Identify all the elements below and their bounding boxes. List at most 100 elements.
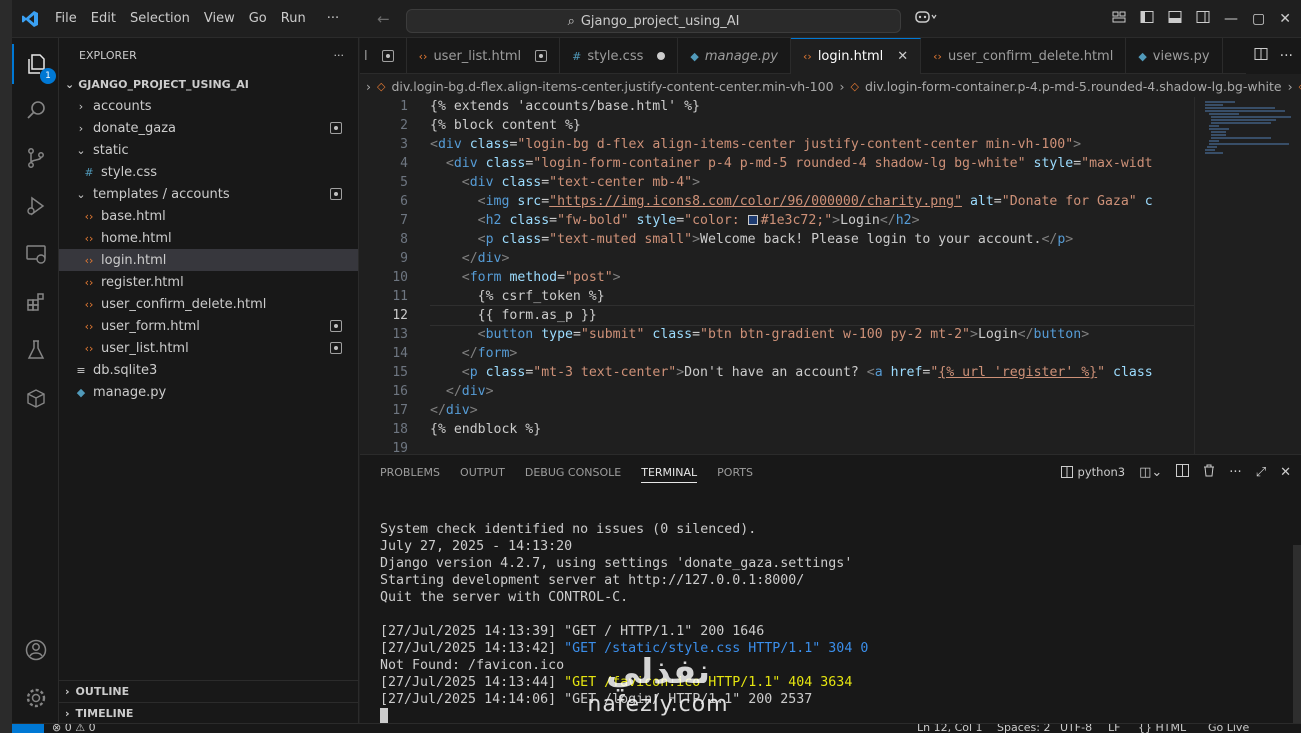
folder-item[interactable]: › donate_gaza <box>59 117 358 139</box>
editor-tab[interactable]: # style.css <box>560 38 679 74</box>
copilot-icon[interactable] <box>915 10 937 28</box>
line-number: 9 <box>400 251 408 266</box>
encoding[interactable]: UTF-8 <box>1060 724 1092 733</box>
run-debug-icon[interactable] <box>12 186 59 226</box>
new-terminal-split-icon[interactable]: ◫⌄ <box>1139 465 1162 480</box>
html-file-icon: ‹› <box>84 209 94 223</box>
file-item[interactable]: ‹› register.html <box>59 271 358 293</box>
editor-tab[interactable]: ‹› user_list.html <box>407 38 561 74</box>
modified-indicator-icon[interactable] <box>535 50 548 62</box>
editor-tab[interactable]: ‹› user_confirm_delete.html <box>921 38 1127 74</box>
code-string: "mt-3 text-center" <box>533 365 677 380</box>
color-swatch[interactable] <box>747 215 758 225</box>
file-item[interactable]: ‹› user_form.html <box>59 315 358 337</box>
explorer-icon[interactable]: 1 <box>12 44 59 84</box>
close-tab-icon[interactable]: ✕ <box>897 49 908 64</box>
account-icon[interactable] <box>12 630 59 670</box>
more-actions-icon[interactable]: ··· <box>1280 48 1293 64</box>
file-item[interactable]: ‹› user_list.html <box>59 337 358 359</box>
extensions-icon[interactable] <box>12 282 59 322</box>
maximize-panel-icon[interactable]: ⤢ <box>1256 465 1266 480</box>
code-line: <h2 class="fw-bold" style="color: #1e3c7… <box>477 213 920 228</box>
close-panel-icon[interactable]: ✕ <box>1280 465 1291 480</box>
panel-tab[interactable]: TERMINAL <box>631 455 707 489</box>
cursor-position[interactable]: Ln 12, Col 1 <box>917 724 983 733</box>
line-number: 2 <box>400 118 408 133</box>
problems-count[interactable]: ⊗ 0 ⚠ 0 <box>52 724 96 733</box>
terminal-output[interactable]: System check identified no issues (0 sil… <box>380 521 1280 725</box>
testing-icon[interactable] <box>12 330 59 370</box>
editor-tab[interactable]: ‹› login.html ✕ <box>791 38 922 74</box>
menu-item[interactable]: View <box>197 11 242 26</box>
close-window-icon[interactable]: ✕ <box>1279 11 1291 27</box>
split-terminal-icon[interactable] <box>1176 463 1190 481</box>
search-icon[interactable] <box>12 90 59 130</box>
minimap[interactable] <box>1194 97 1301 454</box>
terminal-shell-selector[interactable]: python3 <box>1060 465 1125 479</box>
file-item[interactable]: ◆ manage.py <box>59 381 358 403</box>
code-area[interactable]: {% extends 'accounts/base.html' %} {% bl… <box>430 97 1194 454</box>
file-item[interactable]: ≡ db.sqlite3 <box>59 359 358 381</box>
menu-item[interactable]: Run <box>274 11 313 26</box>
toggle-secondary-sidebar-icon[interactable] <box>1196 10 1210 28</box>
minimize-window-icon[interactable]: — <box>1224 11 1238 27</box>
folder-item[interactable]: ⌄ templates / accounts <box>59 183 358 205</box>
panel-tab[interactable]: DEBUG CONSOLE <box>515 455 631 489</box>
menu-item[interactable]: Go <box>242 11 274 26</box>
code-string: " <box>1097 365 1106 380</box>
tree-item-label: accounts <box>93 98 152 114</box>
language-mode[interactable]: {} HTML <box>1138 724 1186 733</box>
file-item[interactable]: ‹› home.html <box>59 227 358 249</box>
menu-item[interactable]: Edit <box>84 11 123 26</box>
editor-tab[interactable]: ‹›l <box>360 38 407 74</box>
menu-item[interactable]: ··· <box>313 11 353 26</box>
menu-item[interactable]: Selection <box>123 11 197 26</box>
terminal-scrollbar[interactable] <box>1293 545 1301 723</box>
code-line: </div> <box>445 384 494 399</box>
outline-section[interactable]: › OUTLINE <box>59 680 359 702</box>
folder-item[interactable]: › accounts <box>59 95 358 117</box>
modified-indicator-icon[interactable] <box>381 50 394 62</box>
folder-item[interactable]: ⌄ static <box>59 139 358 161</box>
unsaved-dot-icon[interactable] <box>657 52 666 60</box>
workspace-root-folder[interactable]: ⌄ GJANGO_PROJECT_USING_AI <box>59 73 358 95</box>
code-attr: c <box>1144 194 1153 209</box>
manage-gear-icon[interactable] <box>12 678 59 718</box>
panel-tab[interactable]: PROBLEMS <box>370 455 450 489</box>
docker-icon[interactable] <box>12 378 59 418</box>
terminal-line: [27/Jul/2025 14:13:42] "GET /static/styl… <box>380 640 1280 657</box>
code-editor[interactable]: 1 2 3 4 5 6 7 8 9 10 11 12 13 14 15 16 17 18 19 {% extends… <box>360 97 1301 454</box>
tab-label: style.css <box>587 48 644 64</box>
kill-terminal-trash-icon[interactable] <box>1203 464 1215 481</box>
breadcrumb-item[interactable]: div.login-form-container.p-4.p-md-5.roun… <box>865 79 1282 94</box>
maximize-window-icon[interactable]: ▢ <box>1252 11 1265 27</box>
timeline-section[interactable]: › TIMELINE <box>59 702 359 724</box>
toggle-primary-sidebar-icon[interactable] <box>1140 10 1154 28</box>
command-center-search[interactable]: ⌕ Gjango_project_using_AI <box>406 9 901 33</box>
editor-tab[interactable]: ◆ views.py <box>1126 38 1223 74</box>
explorer-more-actions-icon[interactable]: ··· <box>334 49 345 62</box>
end-of-line[interactable]: LF <box>1108 724 1120 733</box>
split-editor-icon[interactable] <box>1254 47 1268 65</box>
toggle-panel-icon[interactable] <box>1168 10 1182 28</box>
go-live-button[interactable]: Go Live <box>1208 724 1249 733</box>
panel-tab[interactable]: PORTS <box>707 455 763 489</box>
indentation[interactable]: Spaces: 2 <box>997 724 1050 733</box>
file-item[interactable]: ‹› login.html <box>59 249 358 271</box>
more-actions-icon[interactable]: ··· <box>1229 465 1241 480</box>
remote-explorer-icon[interactable] <box>12 234 59 274</box>
file-item[interactable]: ‹› base.html <box>59 205 358 227</box>
back-arrow-icon[interactable]: ← <box>377 10 390 28</box>
panel-tab[interactable]: OUTPUT <box>450 455 515 489</box>
breadcrumb-item[interactable]: div.login-bg.d-flex.align-items-center.j… <box>391 79 833 94</box>
editor-tab[interactable]: ◆ manage.py <box>678 38 791 74</box>
source-control-icon[interactable] <box>12 138 59 178</box>
file-item[interactable]: # style.css <box>59 161 358 183</box>
file-item[interactable]: ‹› user_confirm_delete.html <box>59 293 358 315</box>
customize-layout-icon[interactable] <box>1112 10 1126 28</box>
search-icon: ⌕ <box>567 13 575 29</box>
menu-item[interactable]: File <box>48 11 84 26</box>
remote-indicator[interactable] <box>12 724 44 733</box>
code-link[interactable]: "https://img.icons8.com/color/96/000000/… <box>549 194 962 209</box>
code-link[interactable]: {% url 'register' %} <box>938 365 1097 380</box>
